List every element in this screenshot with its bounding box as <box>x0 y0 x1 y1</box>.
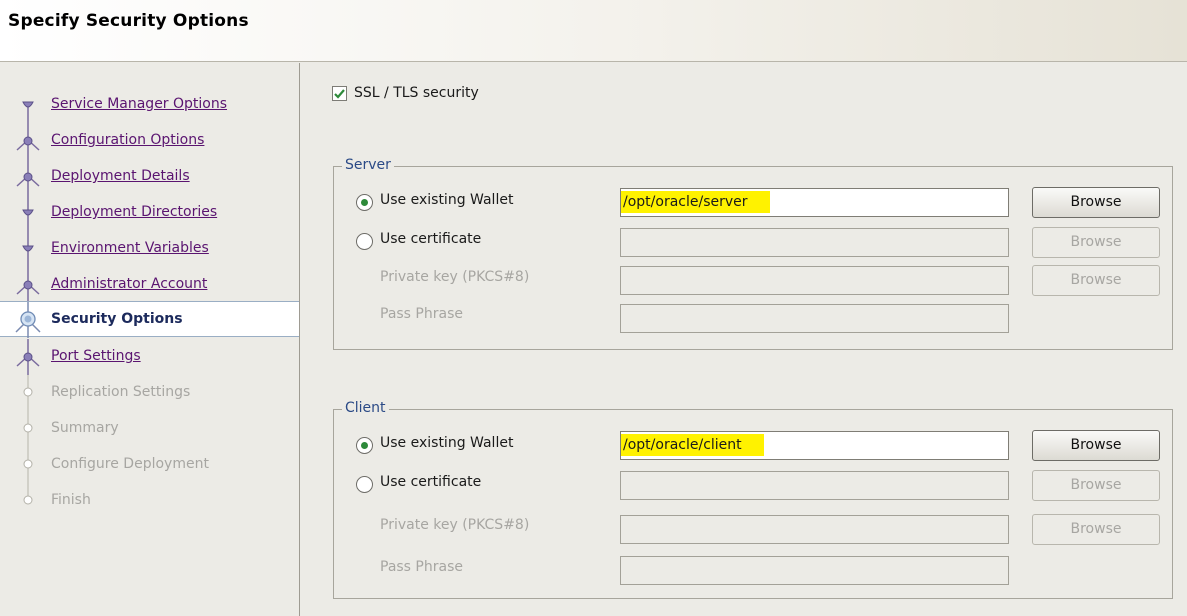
step-icon <box>16 267 40 303</box>
step-port-settings[interactable]: Port Settings <box>0 339 299 375</box>
client-use-certificate-label: Use certificate <box>380 474 482 490</box>
server-pass-phrase-input <box>620 304 1009 333</box>
step-icon <box>22 101 34 123</box>
step-configure-deployment: Configure Deployment <box>0 447 299 483</box>
client-certificate-input <box>620 471 1009 500</box>
client-use-wallet-label: Use existing Wallet <box>380 435 514 451</box>
client-use-wallet-radio[interactable] <box>356 437 373 454</box>
step-label: Security Options <box>51 311 183 327</box>
radio-selected-dot <box>361 199 368 206</box>
step-label[interactable]: Deployment Details <box>51 168 190 184</box>
step-pending-icon <box>23 411 33 447</box>
client-private-key-input <box>620 515 1009 544</box>
step-finish: Finish <box>0 483 299 519</box>
client-certificate-browse-button: Browse <box>1032 470 1160 501</box>
checkmark-icon <box>334 89 345 99</box>
server-wallet-browse-button[interactable]: Browse <box>1032 187 1160 218</box>
ssl-tls-checkbox[interactable] <box>332 86 347 101</box>
server-wallet-path-input[interactable]: /opt/oracle/server <box>620 188 1009 217</box>
step-service-manager-options[interactable]: Service Manager Options <box>0 87 299 123</box>
step-label[interactable]: Service Manager Options <box>51 96 227 112</box>
header-banner: Specify Security Options <box>0 0 1187 62</box>
step-pending-icon <box>23 375 33 411</box>
server-use-certificate-label: Use certificate <box>380 231 482 247</box>
ssl-tls-label: SSL / TLS security <box>354 85 479 101</box>
step-pending-icon <box>23 483 33 505</box>
server-wallet-path: /opt/oracle/server <box>621 191 770 213</box>
step-security-options[interactable]: Security Options <box>0 301 299 338</box>
client-wallet-path-input[interactable]: /opt/oracle/client <box>620 431 1009 460</box>
step-label: Replication Settings <box>51 384 191 400</box>
step-pending-icon <box>23 447 33 483</box>
step-label[interactable]: Configuration Options <box>51 132 204 148</box>
step-icon <box>16 159 40 195</box>
server-use-certificate-radio[interactable] <box>356 233 373 250</box>
step-replication-settings: Replication Settings <box>0 375 299 411</box>
step-label: Configure Deployment <box>51 456 209 472</box>
server-private-key-browse-button: Browse <box>1032 265 1160 296</box>
security-options-panel: SSL / TLS security Server Use existing W… <box>301 63 1187 616</box>
step-label: Summary <box>51 420 119 436</box>
step-label[interactable]: Environment Variables <box>51 240 209 256</box>
step-administrator-account[interactable]: Administrator Account <box>0 267 299 303</box>
step-configuration-options[interactable]: Configuration Options <box>0 123 299 159</box>
server-pass-phrase-label: Pass Phrase <box>380 306 463 322</box>
server-private-key-label: Private key (PKCS#8) <box>380 269 530 285</box>
step-icon <box>22 231 34 267</box>
client-wallet-browse-button[interactable]: Browse <box>1032 430 1160 461</box>
step-icon <box>16 123 40 159</box>
wizard-steps-sidebar: Service Manager Options Configuration Op… <box>0 63 300 616</box>
server-use-wallet-radio[interactable] <box>356 194 373 211</box>
server-use-wallet-label: Use existing Wallet <box>380 192 514 208</box>
step-label: Finish <box>51 492 91 508</box>
step-label[interactable]: Port Settings <box>51 348 141 364</box>
step-label[interactable]: Administrator Account <box>51 276 207 292</box>
client-private-key-label: Private key (PKCS#8) <box>380 517 530 533</box>
page-title: Specify Security Options <box>8 11 249 31</box>
client-legend: Client <box>342 400 389 416</box>
step-label[interactable]: Deployment Directories <box>51 204 217 220</box>
client-group: Client Use existing Wallet /opt/oracle/c… <box>333 400 1173 599</box>
step-deployment-details[interactable]: Deployment Details <box>0 159 299 195</box>
server-group: Server Use existing Wallet /opt/oracle/s… <box>333 157 1173 350</box>
step-icon <box>22 195 34 231</box>
step-icon <box>16 339 40 375</box>
step-environment-variables[interactable]: Environment Variables <box>0 231 299 267</box>
client-wallet-path: /opt/oracle/client <box>621 434 764 456</box>
server-private-key-input <box>620 266 1009 295</box>
server-certificate-browse-button: Browse <box>1032 227 1160 258</box>
client-pass-phrase-label: Pass Phrase <box>380 559 463 575</box>
radio-selected-dot <box>361 442 368 449</box>
step-deployment-directories[interactable]: Deployment Directories <box>0 195 299 231</box>
server-legend: Server <box>342 157 394 173</box>
step-summary: Summary <box>0 411 299 447</box>
client-pass-phrase-input <box>620 556 1009 585</box>
client-use-certificate-radio[interactable] <box>356 476 373 493</box>
current-step-icon <box>15 302 41 338</box>
server-certificate-input <box>620 228 1009 257</box>
client-private-key-browse-button: Browse <box>1032 514 1160 545</box>
